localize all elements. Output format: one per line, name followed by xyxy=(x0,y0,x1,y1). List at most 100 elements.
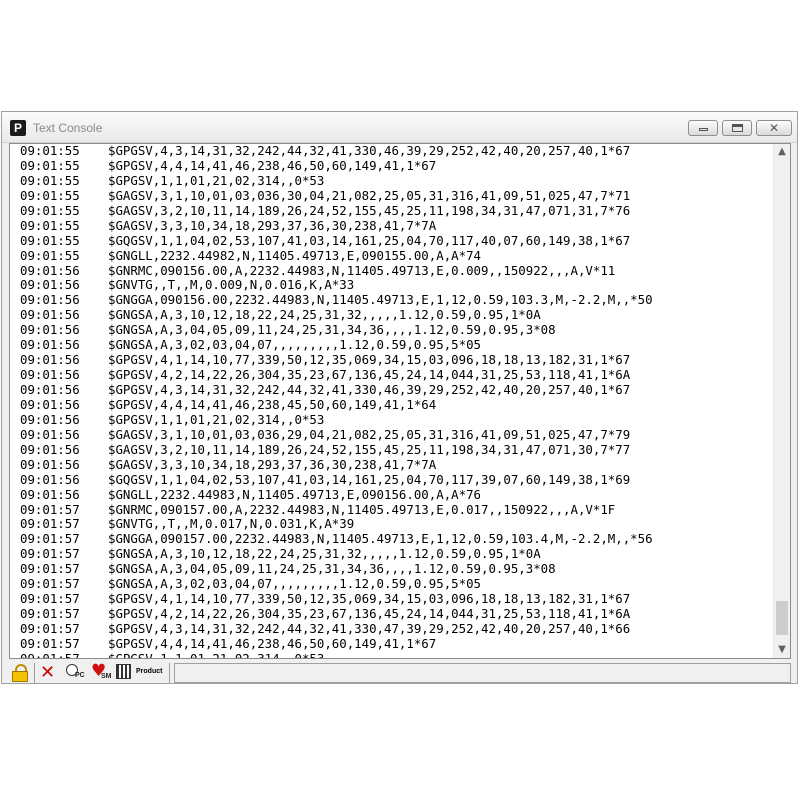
line-timestamp: 09:01:56 xyxy=(20,456,80,472)
maximize-icon xyxy=(732,124,743,132)
console-line: 09:01:56 $GAGSV,3,2,10,11,14,189,26,24,52… xyxy=(20,441,775,458)
line-sentence: $GNGSA,A,3,10,12,18,22,24,25,31,32,,,,,1… xyxy=(108,307,541,323)
line-sentence: $GNVTG,,T,,M,0.017,N,0.031,K,A*39 xyxy=(108,516,355,532)
pc-time-button[interactable]: PC xyxy=(64,664,88,682)
line-timestamp: 09:01:55 xyxy=(20,157,80,173)
clear-button[interactable]: ✕ xyxy=(40,664,58,682)
line-timestamp: 09:01:55 xyxy=(20,202,80,218)
line-sentence: $GPGSV,4,2,14,22,26,304,35,23,67,136,45,… xyxy=(108,606,631,622)
scrollbar-thumb[interactable] xyxy=(776,601,788,635)
line-timestamp: 09:01:56 xyxy=(20,396,80,412)
line-timestamp: 09:01:56 xyxy=(20,337,80,353)
console-line: 09:01:57 $GPGSV,4,3,14,31,32,242,44,32,41… xyxy=(20,621,775,637)
console-line: 09:01:56 $GPGSV,4,1,14,10,77,339,50,12,35… xyxy=(20,352,775,368)
vertical-scrollbar[interactable]: ▲ ▼ xyxy=(773,144,790,658)
console-line: 09:01:56 $GNGSA,A,3,02,03,04,07,,,,,,,,,1… xyxy=(20,337,775,353)
line-sentence: $GPGSV,4,4,14,41,46,238,46,50,60,149,41,… xyxy=(108,635,437,651)
console-line: 09:01:55 $GPGSV,1,1,01,21,02,314,,0*53 xyxy=(20,172,775,189)
sm-label: SM xyxy=(101,673,112,680)
console-line: 09:01:55 $GAGSV,3,2,10,11,14,189,26,24,52… xyxy=(20,202,775,219)
line-timestamp: 09:01:56 xyxy=(20,367,80,383)
line-sentence: $GPGSV,4,1,14,10,77,339,50,12,35,069,34,… xyxy=(108,591,631,607)
console-line: 09:01:56 $GQGSV,1,1,04,02,53,107,41,03,14… xyxy=(20,471,775,488)
lock-body xyxy=(12,671,28,682)
console-line: 09:01:57 $GNRMC,090157.00,A,2232.44983,N,… xyxy=(20,501,775,518)
console-line: 09:01:56 $GPGSV,4,2,14,22,26,304,35,23,67… xyxy=(20,367,775,383)
line-timestamp: 09:01:57 xyxy=(20,546,80,562)
console-line: 09:01:57 $GPGSV,1,1,01,21,02,314,,0*53 xyxy=(20,650,775,659)
line-sentence: $GNGGA,090156.00,2232.44983,N,11405.4971… xyxy=(108,292,653,308)
line-timestamp: 09:01:56 xyxy=(20,307,80,323)
line-timestamp: 09:01:56 xyxy=(20,277,80,293)
line-sentence: $GAGSV,3,1,10,01,03,036,29,04,21,082,25,… xyxy=(108,426,631,442)
lock-button[interactable] xyxy=(12,664,28,682)
toolbar-divider xyxy=(169,663,170,683)
red-x-icon: ✕ xyxy=(40,662,56,683)
line-sentence: $GPGSV,4,3,14,31,32,242,44,32,41,330,46,… xyxy=(108,382,631,397)
line-timestamp: 09:01:56 xyxy=(20,292,80,308)
line-sentence: $GPGSV,1,1,01,21,02,314,,0*53 xyxy=(108,172,325,188)
line-timestamp: 09:01:55 xyxy=(20,232,80,248)
console-line: 09:01:55 $GAGSV,3,3,10,34,18,293,37,36,30… xyxy=(20,217,775,234)
line-sentence: $GNGLL,2232.44983,N,11405.49713,E,090156… xyxy=(108,486,481,502)
line-timestamp: 09:01:57 xyxy=(20,531,80,547)
scroll-up-arrow-icon[interactable]: ▲ xyxy=(774,144,790,160)
line-sentence: $GNGGA,090157.00,2232.44983,N,11405.4971… xyxy=(108,531,653,547)
line-sentence: $GNGSA,A,3,02,03,04,07,,,,,,,,,1.12,0.59… xyxy=(108,576,481,592)
line-timestamp: 09:01:55 xyxy=(20,217,80,233)
bottom-toolbar: ✕ PC ♥ SM Product xyxy=(2,660,797,684)
console-line: 09:01:56 $GNGGA,090156.00,2232.44983,N,11… xyxy=(20,292,775,308)
line-timestamp: 09:01:57 xyxy=(20,576,80,592)
line-sentence: $GAGSV,3,3,10,34,18,293,37,36,30,238,41,… xyxy=(108,456,437,472)
line-sentence: $GPGSV,1,1,01,21,02,314,,0*53 xyxy=(108,411,325,427)
line-sentence: $GNGLL,2232.44982,N,11405.49713,E,090155… xyxy=(108,247,481,263)
line-timestamp: 09:01:55 xyxy=(20,143,80,158)
console-line: 09:01:56 $GAGSV,3,3,10,34,18,293,37,36,30… xyxy=(20,456,775,473)
line-sentence: $GNRMC,090157.00,A,2232.44983,N,11405.49… xyxy=(108,501,616,517)
line-timestamp: 09:01:56 xyxy=(20,322,80,338)
app-logo-icon: P xyxy=(10,120,26,136)
scroll-down-arrow-icon[interactable]: ▼ xyxy=(774,642,790,658)
title-bar[interactable]: P Text Console ✕ xyxy=(2,112,797,143)
line-sentence: $GNGSA,A,3,04,05,09,11,24,25,31,34,36,,,… xyxy=(108,561,556,577)
line-sentence: $GAGSV,3,2,10,11,14,189,26,24,52,155,45,… xyxy=(108,202,631,218)
line-sentence: $GPGSV,4,1,14,10,77,339,50,12,35,069,34,… xyxy=(108,352,631,368)
line-sentence: $GNGSA,A,3,10,12,18,22,24,25,31,32,,,,,1… xyxy=(108,546,541,562)
close-window-button[interactable]: ✕ xyxy=(756,120,792,136)
maximize-button[interactable] xyxy=(722,120,752,136)
line-sentence: $GNGSA,A,3,04,05,09,11,24,25,31,34,36,,,… xyxy=(108,322,556,338)
line-sentence: $GAGSV,3,2,10,11,14,189,26,24,52,155,45,… xyxy=(108,441,631,457)
console-lines: 09:01:55 $GPGSV,4,3,14,31,32,242,44,32,41… xyxy=(20,143,775,659)
console-line: 09:01:55 $GNGLL,2232.44982,N,11405.49713,… xyxy=(20,247,775,264)
line-timestamp: 09:01:57 xyxy=(20,501,80,517)
line-sentence: $GPGSV,4,4,14,41,46,238,45,50,60,149,41,… xyxy=(108,396,437,412)
console-line: 09:01:56 $GNGSA,A,3,10,12,18,22,24,25,31,… xyxy=(20,307,775,323)
line-timestamp: 09:01:56 xyxy=(20,352,80,368)
minimize-button[interactable] xyxy=(688,120,718,136)
window-title: Text Console xyxy=(33,121,103,135)
console-line: 09:01:57 $GPGSV,4,4,14,41,46,238,46,50,60… xyxy=(20,635,775,652)
console-output[interactable]: 09:01:55 $GPGSV,4,3,14,31,32,242,44,32,41… xyxy=(9,143,791,659)
line-timestamp: 09:01:57 xyxy=(20,516,80,532)
line-timestamp: 09:01:55 xyxy=(20,247,80,263)
line-timestamp: 09:01:57 xyxy=(20,591,80,607)
console-line: 09:01:55 $GPGSV,4,4,14,41,46,238,46,50,60… xyxy=(20,157,775,174)
product-button[interactable]: Product xyxy=(116,664,166,682)
toolbar-divider xyxy=(34,663,35,683)
line-sentence: $GPGSV,1,1,01,21,02,314,,0*53 xyxy=(108,650,325,659)
console-line: 09:01:56 $GPGSV,1,1,01,21,02,314,,0*53 xyxy=(20,411,775,428)
line-sentence: $GQGSV,1,1,04,02,53,107,41,03,14,161,25,… xyxy=(108,471,631,487)
console-line: 09:01:56 $GNRMC,090156.00,A,2232.44983,N,… xyxy=(20,262,775,279)
console-line: 09:01:57 $GNVTG,,T,,M,0.017,N,0.031,K,A*3… xyxy=(20,516,775,532)
console-line: 09:01:57 $GNGSA,A,3,02,03,04,07,,,,,,,,,1… xyxy=(20,576,775,592)
line-timestamp: 09:01:56 xyxy=(20,262,80,278)
console-line: 09:01:56 $GNGSA,A,3,04,05,09,11,24,25,31,… xyxy=(20,322,775,338)
line-timestamp: 09:01:56 xyxy=(20,486,80,502)
line-sentence: $GPGSV,4,4,14,41,46,238,46,50,60,149,41,… xyxy=(108,157,437,173)
heart-sm-button[interactable]: ♥ SM xyxy=(91,661,113,682)
console-line: 09:01:57 $GNGGA,090157.00,2232.44983,N,11… xyxy=(20,531,775,547)
line-sentence: $GNVTG,,T,,M,0.009,N,0.016,K,A*33 xyxy=(108,277,355,293)
line-timestamp: 09:01:56 xyxy=(20,382,80,397)
console-line: 09:01:57 $GPGSV,4,1,14,10,77,339,50,12,35… xyxy=(20,591,775,607)
line-sentence: $GAGSV,3,1,10,01,03,036,30,04,21,082,25,… xyxy=(108,187,631,203)
